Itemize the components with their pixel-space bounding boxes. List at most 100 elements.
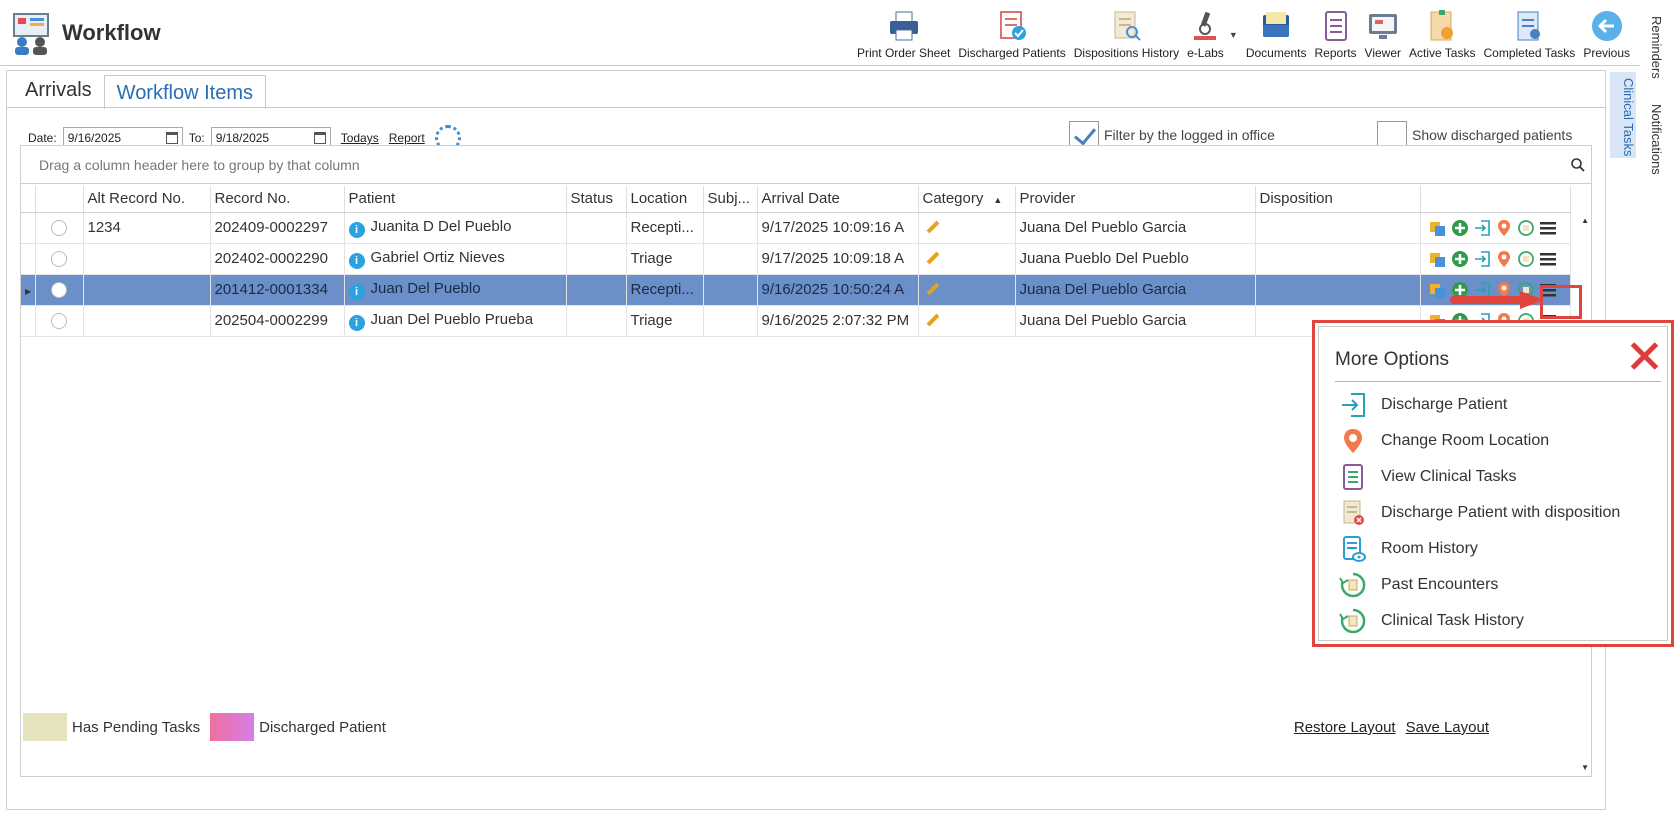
pencil-icon[interactable] <box>926 220 939 234</box>
tasks-stack-icon[interactable] <box>1429 250 1447 268</box>
add-circle-icon[interactable] <box>1451 219 1469 237</box>
menu-clinical-task-history[interactable]: Clinical Task History <box>1339 603 1620 639</box>
cell-status <box>566 243 627 275</box>
popup-title: More Options <box>1335 349 1450 370</box>
previous-button[interactable]: Previous <box>1579 4 1634 62</box>
row-select-radio[interactable] <box>50 219 67 236</box>
previous-label: Previous <box>1583 46 1630 60</box>
history-icon[interactable] <box>1517 250 1535 268</box>
more-options-popup: More Options Discharge Patient Change Ro… <box>1312 320 1674 647</box>
discharge-icon[interactable] <box>1473 219 1491 237</box>
table-row[interactable]: 202402-0002290 i Gabriel Ortiz Nieves Triag… <box>21 243 1571 275</box>
col-category[interactable]: Category ▲ <box>918 186 1016 213</box>
printer-icon <box>889 11 918 41</box>
pencil-icon[interactable] <box>926 251 939 265</box>
col-arrival[interactable]: Arrival Date <box>757 186 919 213</box>
pencil-icon[interactable] <box>926 282 939 296</box>
date-from-value: 9/16/2025 <box>67 131 122 145</box>
table-row[interactable]: 1234 202409-0002297 i Juanita D Del Pueblo R… <box>21 212 1571 244</box>
search-icon[interactable] <box>1571 158 1585 172</box>
menu-discharge-with-disposition[interactable]: Discharge Patient with disposition <box>1339 495 1620 531</box>
restore-layout-link[interactable]: Restore Layout <box>1294 719 1396 736</box>
col-subject[interactable]: Subj... <box>703 186 758 213</box>
tasks-stack-icon[interactable] <box>1429 281 1447 299</box>
menu-past-encounters[interactable]: Past Encounters <box>1339 567 1620 603</box>
reports-button[interactable]: Reports <box>1311 4 1361 62</box>
discharge-icon[interactable] <box>1473 250 1491 268</box>
tab-workflow-items[interactable]: Workflow Items <box>103 75 266 109</box>
menu-discharge-patient[interactable]: Discharge Patient <box>1339 387 1620 423</box>
info-icon[interactable]: i <box>348 283 365 300</box>
cell-arrival: 9/16/2025 10:50:24 A <box>757 274 919 306</box>
location-pin-icon[interactable] <box>1495 219 1513 237</box>
cell-actions <box>1420 243 1571 275</box>
menu-item-label: Past Encounters <box>1381 576 1499 593</box>
discharged-patients-button[interactable]: Discharged Patients <box>954 4 1069 62</box>
cell-provider: Juana Del Pueblo Garcia <box>1015 305 1256 337</box>
cell-category <box>918 305 1016 337</box>
col-patient[interactable]: Patient <box>344 186 567 213</box>
row-indicator <box>21 243 36 275</box>
col-alt-record[interactable]: Alt Record No. <box>83 186 211 213</box>
menu-item-label: Room History <box>1381 540 1478 557</box>
col-record[interactable]: Record No. <box>210 186 345 213</box>
history-icon[interactable] <box>1517 219 1535 237</box>
cell-patient: i Juan Del Pueblo <box>344 274 567 306</box>
calendar-icon[interactable] <box>165 132 178 144</box>
col-actions <box>1420 186 1571 213</box>
cell-record: 202409-0002297 <box>210 212 345 244</box>
cell-location: Triage <box>626 305 704 337</box>
row-select-radio[interactable] <box>50 281 67 298</box>
completed-tasks-button[interactable]: Completed Tasks <box>1479 4 1579 62</box>
notifications-tab[interactable]: Notifications <box>1649 104 1664 175</box>
documents-button[interactable]: Documents <box>1242 4 1311 62</box>
print-order-sheet-button[interactable]: Print Order Sheet <box>853 4 954 62</box>
menu-hamburger-icon[interactable] <box>1539 250 1557 268</box>
viewer-label: Viewer <box>1364 46 1402 60</box>
tab-arrivals[interactable]: Arrivals <box>13 71 104 107</box>
report-link[interactable]: Report <box>389 131 425 145</box>
group-by-bar[interactable]: Drag a column header here to group by th… <box>21 146 1591 184</box>
viewer-button[interactable]: Viewer <box>1361 4 1405 62</box>
legend: Has Pending Tasks Discharged Patient <box>23 713 386 741</box>
clinical-tasks-tab[interactable]: Clinical Tasks <box>1610 72 1636 158</box>
cell-record: 202402-0002290 <box>210 243 345 275</box>
col-disposition[interactable]: Disposition <box>1255 186 1421 213</box>
dispositions-history-button[interactable]: Dispositions History <box>1070 4 1183 62</box>
menu-change-room-location[interactable]: Change Room Location <box>1339 423 1620 459</box>
menu-hamburger-icon[interactable] <box>1539 219 1557 237</box>
tasks-stack-icon[interactable] <box>1429 219 1447 237</box>
pencil-icon[interactable] <box>926 313 939 327</box>
add-circle-icon[interactable] <box>1451 250 1469 268</box>
save-layout-link[interactable]: Save Layout <box>1406 719 1489 736</box>
info-icon[interactable]: i <box>348 221 365 238</box>
info-icon[interactable]: i <box>348 314 365 331</box>
col-status[interactable]: Status <box>566 186 627 213</box>
reports-icon <box>1324 11 1347 41</box>
menu-room-history[interactable]: Room History <box>1339 531 1620 567</box>
location-pin-icon[interactable] <box>1495 250 1513 268</box>
scroll-down-icon[interactable]: ▼ <box>1581 763 1589 772</box>
patient-name: Gabriel Ortiz Nieves <box>370 248 505 266</box>
menu-item-label: View Clinical Tasks <box>1381 468 1517 485</box>
menu-view-clinical-tasks[interactable]: View Clinical Tasks <box>1339 459 1620 495</box>
todays-link[interactable]: Todays <box>341 131 379 145</box>
back-arrow-icon <box>1591 11 1622 41</box>
col-location[interactable]: Location <box>626 186 704 213</box>
calendar-icon[interactable] <box>313 132 326 144</box>
reminders-tab[interactable]: Reminders <box>1649 16 1664 79</box>
table-row[interactable]: ▶ 201412-0001334 i Juan Del Pueblo Recepti..… <box>21 274 1571 306</box>
row-select-radio[interactable] <box>50 250 67 267</box>
cell-disposition <box>1255 274 1421 306</box>
cell-alt-record <box>83 305 211 337</box>
microscope-icon <box>1194 11 1217 40</box>
e-labs-button[interactable]: e-Labs ▼ <box>1183 4 1242 62</box>
scroll-up-icon[interactable]: ▲ <box>1581 216 1589 225</box>
close-icon[interactable] <box>1627 339 1661 373</box>
e-labs-dropdown-icon[interactable]: ▼ <box>1229 30 1238 40</box>
info-icon[interactable]: i <box>348 252 365 269</box>
row-select-radio[interactable] <box>50 312 67 329</box>
cell-record: 202504-0002299 <box>210 305 345 337</box>
col-provider[interactable]: Provider <box>1015 186 1256 213</box>
active-tasks-button[interactable]: Active Tasks <box>1405 4 1479 62</box>
